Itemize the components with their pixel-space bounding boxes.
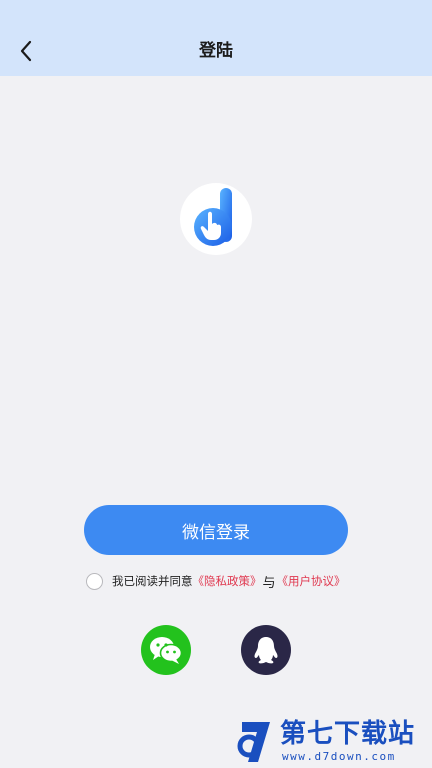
wechat-icon (150, 637, 183, 664)
d7-logo-icon (237, 722, 270, 762)
agreement-checkbox[interactable] (86, 572, 103, 590)
qq-icon (254, 637, 278, 664)
agreement-row: 我已阅读并同意 《隐私政策》 与 《用户协议》 (86, 570, 346, 592)
agreement-text: 我已阅读并同意 (112, 574, 193, 588)
privacy-policy-link[interactable]: 《隐私政策》 (193, 573, 262, 589)
agreement-and-text: 与 (262, 575, 276, 591)
header-bar: 登陆 (0, 0, 432, 76)
wechat-login-button[interactable]: 微信登录 (84, 505, 348, 555)
watermark-url: www.d7down.com (282, 750, 396, 763)
wechat-button[interactable] (141, 625, 191, 675)
app-logo-d-icon (194, 188, 232, 246)
page-title: 登陆 (199, 41, 233, 61)
qq-button[interactable] (241, 625, 291, 675)
watermark: 第七下载站 www.d7down.com (236, 716, 430, 768)
app-logo (180, 183, 252, 255)
user-agreement-link[interactable]: 《用户协议》 (277, 573, 346, 589)
watermark-name: 第七下载站 (280, 719, 416, 749)
